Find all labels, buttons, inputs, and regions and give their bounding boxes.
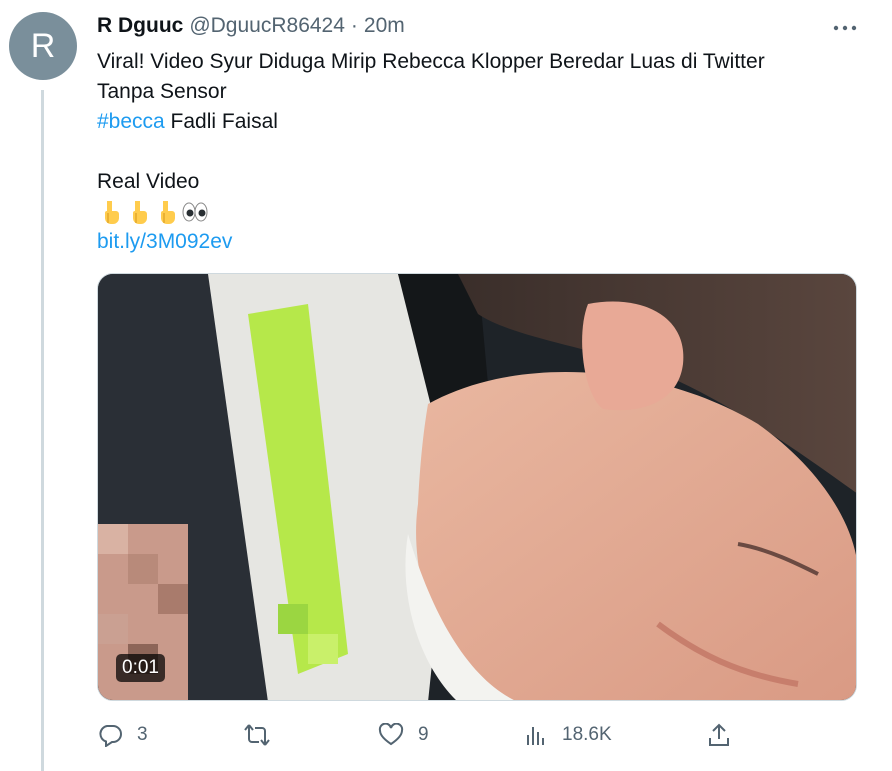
like-button[interactable]: 9 bbox=[378, 720, 429, 750]
retweet-icon bbox=[244, 724, 270, 746]
timestamp[interactable]: 20m bbox=[364, 14, 405, 38]
author-handle[interactable]: @DguucR86424 bbox=[189, 14, 345, 38]
tweet-text-line: Real Video bbox=[97, 170, 200, 193]
reply-count: 3 bbox=[137, 724, 148, 745]
tweet[interactable]: R R Dguuc @DguucR86424 · 20m Viral! Vide… bbox=[0, 0, 892, 771]
avatar[interactable]: R bbox=[9, 12, 77, 80]
like-count: 9 bbox=[418, 724, 429, 745]
pointing-down-emoji bbox=[161, 201, 175, 224]
video-frame-image bbox=[98, 274, 856, 700]
retweet-button[interactable] bbox=[243, 720, 285, 750]
author-name[interactable]: R Dguuc bbox=[97, 14, 183, 38]
separator-dot: · bbox=[350, 14, 358, 37]
pointing-down-emoji bbox=[105, 201, 119, 224]
share-button[interactable] bbox=[707, 720, 731, 750]
avatar-letter: R bbox=[30, 26, 56, 65]
tweet-header: R Dguuc @DguucR86424 · 20m bbox=[97, 14, 405, 40]
link-line: bit.ly/3M092ev bbox=[97, 227, 857, 257]
hashtag-link[interactable]: #becca bbox=[97, 110, 165, 133]
thread-line bbox=[41, 90, 44, 771]
short-link[interactable]: bit.ly/3M092ev bbox=[97, 230, 232, 253]
tweet-text-line: Viral! Video Syur Diduga Mirip Rebecca K… bbox=[97, 50, 765, 73]
reply-button[interactable]: 3 bbox=[97, 720, 148, 750]
heart-icon bbox=[378, 723, 404, 746]
share-icon bbox=[709, 723, 729, 746]
tweet-actions: 3 9 18.6K bbox=[97, 720, 857, 750]
eyes-emoji bbox=[182, 202, 208, 222]
hashtag-trailing-text: Fadli Faisal bbox=[164, 110, 278, 133]
video-duration-badge: 0:01 bbox=[116, 654, 165, 682]
emoji-row bbox=[97, 197, 857, 227]
tweet-text: Viral! Video Syur Diduga Mirip Rebecca K… bbox=[97, 47, 857, 257]
reply-icon bbox=[99, 725, 122, 747]
pointing-down-emoji bbox=[133, 201, 147, 224]
views-button[interactable]: 18.6K bbox=[524, 720, 612, 750]
views-count: 18.6K bbox=[562, 724, 612, 745]
tweet-text-line: Tanpa Sensor bbox=[97, 80, 227, 103]
hashtag-line: #becca Fadli Faisal bbox=[97, 107, 857, 137]
views-chart-icon bbox=[527, 727, 544, 745]
video-thumbnail[interactable] bbox=[97, 273, 857, 701]
more-options-icon[interactable] bbox=[830, 16, 860, 40]
